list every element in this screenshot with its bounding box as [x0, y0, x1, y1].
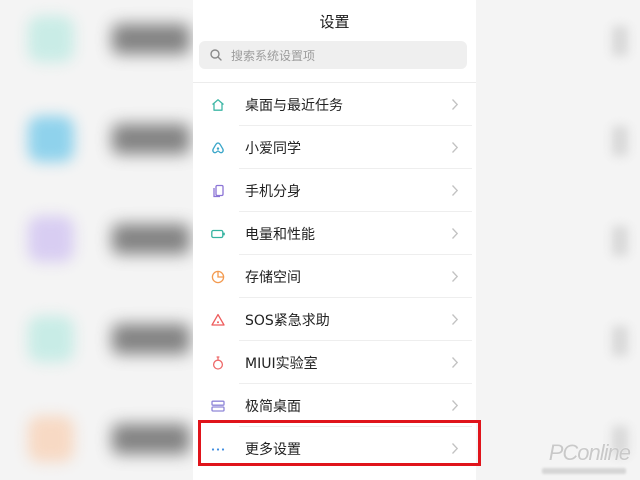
settings-item-miui-lab[interactable]: MIUI实验室 — [193, 341, 476, 384]
settings-item-label: 小爱同学 — [245, 141, 301, 157]
bg-blur-icon — [28, 316, 74, 362]
settings-item-sos[interactable]: SOS紧急求助 — [193, 298, 476, 341]
settings-item-battery-performance[interactable]: 电量和性能 — [193, 212, 476, 255]
bg-blur-text — [112, 224, 190, 254]
settings-item-dual-apps[interactable]: 手机分身 — [193, 169, 476, 212]
storage-pie-icon — [211, 270, 225, 284]
search-bar[interactable]: 搜索系统设置项 — [199, 41, 467, 69]
bg-blur-text — [112, 324, 190, 354]
bg-blur-icon — [28, 216, 74, 262]
flask-icon — [212, 356, 224, 370]
settings-screen: 设置 搜索系统设置项 桌面与最近任务 小爱同学 手机分身 电量和性能 存储空间 … — [193, 0, 476, 480]
sos-warning-icon — [211, 313, 225, 326]
chevron-right-icon — [452, 271, 459, 282]
bg-blur-chevron — [612, 126, 628, 156]
settings-item-xiaoai[interactable]: 小爱同学 — [193, 126, 476, 169]
bg-blur-icon — [28, 116, 74, 162]
chevron-right-icon — [452, 357, 459, 368]
highlight-box-more-settings — [198, 420, 481, 466]
settings-item-label: 存储空间 — [245, 270, 301, 286]
settings-item-label: 手机分身 — [245, 184, 301, 200]
home-icon — [212, 99, 224, 111]
dual-phone-icon — [213, 184, 224, 198]
chevron-right-icon — [452, 142, 459, 153]
chevron-right-icon — [452, 400, 459, 411]
simple-desktop-icon — [211, 400, 225, 412]
search-placeholder: 搜索系统设置项 — [231, 49, 316, 63]
chevron-right-icon — [452, 99, 459, 110]
battery-icon — [211, 229, 225, 239]
bg-blur-text — [112, 424, 190, 454]
bg-blur-chevron — [612, 326, 628, 356]
bg-blur-chevron — [612, 26, 628, 56]
settings-item-label: SOS紧急求助 — [245, 313, 330, 329]
search-icon — [210, 49, 222, 61]
settings-list: 桌面与最近任务 小爱同学 手机分身 电量和性能 存储空间 SOS紧急求助 MIU… — [193, 83, 476, 470]
settings-item-desktop-recents[interactable]: 桌面与最近任务 — [193, 83, 476, 126]
settings-item-label: 电量和性能 — [245, 227, 315, 243]
chevron-right-icon — [452, 185, 459, 196]
settings-item-label: MIUI实验室 — [245, 356, 318, 372]
bg-blur-icon — [28, 16, 74, 62]
pconline-watermark-logo: PConline — [548, 440, 631, 465]
chevron-right-icon — [452, 228, 459, 239]
settings-item-storage[interactable]: 存储空间 — [193, 255, 476, 298]
settings-item-label: 桌面与最近任务 — [245, 98, 343, 114]
xiaoai-icon — [212, 142, 224, 154]
bg-blur-icon — [28, 416, 74, 462]
settings-item-label: 极简桌面 — [245, 399, 301, 415]
chevron-right-icon — [452, 314, 459, 325]
bg-blur-text — [112, 124, 190, 154]
bg-blur-text — [112, 24, 190, 54]
watermark-subline — [542, 468, 626, 474]
page-title: 设置 — [319, 13, 350, 31]
bg-blur-chevron — [612, 226, 628, 256]
